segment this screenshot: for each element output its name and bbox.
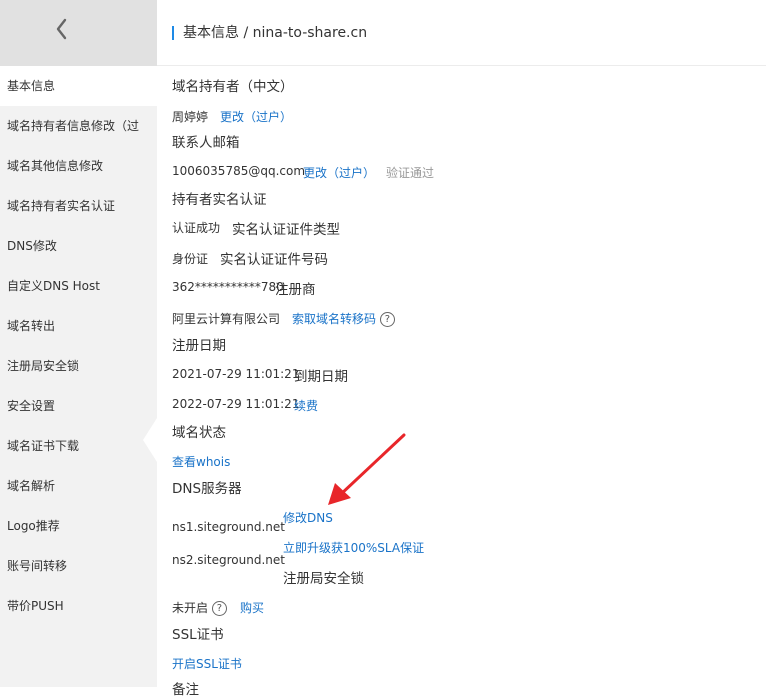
help-icon[interactable]: ? [379, 312, 395, 327]
renew-link[interactable]: 续费 [294, 397, 318, 414]
realname-status: 认证成功 [172, 221, 221, 235]
lock-status: 未开启 ? [172, 599, 227, 616]
reg-date-value: 2021-07-29 11:01:21 [172, 367, 300, 381]
id-type-value: 身份证 [172, 252, 209, 266]
dns-label: DNS服务器 [172, 481, 242, 497]
header-accent-bar [172, 26, 174, 40]
email-status: 验证通过 [386, 166, 435, 180]
chevron-left-icon [56, 18, 67, 40]
transfer-code-link-label: 索取域名转移码 [292, 312, 377, 326]
sidebar-item-registry-lock[interactable]: 注册局安全锁 [0, 346, 157, 386]
sidebar-item-owner-modify[interactable]: 域名持有者信息修改（过 [0, 106, 157, 146]
sla-upgrade-link[interactable]: 立即升级获100%SLA保证 [283, 539, 424, 556]
buy-link[interactable]: 购买 [240, 599, 264, 616]
sidebar-item-basic-info[interactable]: 基本信息 [0, 66, 157, 106]
sidebar-item-transfer-out[interactable]: 域名转出 [0, 306, 157, 346]
registrar-label: 注册商 [275, 282, 316, 298]
whois-link[interactable]: 查看whois [172, 453, 230, 470]
ssl-enable-link[interactable]: 开启SSL证书 [172, 655, 242, 672]
owner-cn-label: 域名持有者（中文） [172, 79, 294, 95]
owner-edit-link[interactable]: 更改（过户） [220, 108, 292, 125]
transfer-code-link[interactable]: 索取域名转移码 ? [292, 310, 395, 327]
lock-status-text: 未开启 [172, 601, 209, 615]
ssl-label: SSL证书 [172, 627, 224, 643]
status-label: 域名状态 [172, 425, 226, 441]
email-label: 联系人邮箱 [172, 135, 240, 151]
ns1-value: ns1.siteground.net [172, 520, 285, 534]
sidebar-item-custom-dns-host[interactable]: 自定义DNS Host [0, 266, 157, 306]
help-icon[interactable]: ? [211, 601, 227, 616]
page-title: 基本信息 / nina-to-share.cn [183, 25, 368, 41]
sidebar: 基本信息 域名持有者信息修改（过 域名其他信息修改 域名持有者实名认证 DNS修… [0, 0, 157, 687]
annotation-arrow-head [328, 483, 351, 505]
id-no-label: 实名认证证件号码 [220, 252, 328, 268]
sidebar-item-security[interactable]: 安全设置 [0, 386, 157, 426]
sidebar-item-account-transfer[interactable]: 账号间转移 [0, 546, 157, 586]
modify-dns-link[interactable]: 修改DNS [283, 509, 333, 526]
sidebar-notch [143, 418, 157, 462]
reg-date-label: 注册日期 [172, 338, 226, 354]
remark-label: 备注 [172, 682, 199, 698]
ns2-value: ns2.siteground.net [172, 553, 285, 567]
exp-date-label: 到期日期 [294, 369, 348, 385]
sidebar-item-cert-download[interactable]: 域名证书下载 [0, 426, 157, 466]
header-divider [157, 65, 766, 66]
realname-label: 持有者实名认证 [172, 192, 267, 208]
sidebar-item-logo[interactable]: Logo推荐 [0, 506, 157, 546]
email-value: 1006035785@qq.com [172, 164, 306, 178]
sidebar-item-other-info[interactable]: 域名其他信息修改 [0, 146, 157, 186]
sidebar-item-push[interactable]: 带价PUSH [0, 586, 157, 626]
id-no-value: 362***********780 [172, 280, 284, 294]
sidebar-item-resolve[interactable]: 域名解析 [0, 466, 157, 506]
annotation-arrow-shaft [338, 433, 406, 497]
back-button[interactable] [0, 0, 157, 66]
exp-date-value: 2022-07-29 11:01:21 [172, 397, 300, 411]
sidebar-item-dns[interactable]: DNS修改 [0, 226, 157, 266]
lock-label: 注册局安全锁 [283, 571, 364, 587]
owner-name: 周婷婷 [172, 110, 209, 124]
email-edit-link[interactable]: 更改（过户） [303, 164, 375, 181]
registrar-value: 阿里云计算有限公司 [172, 312, 281, 326]
sidebar-item-realname[interactable]: 域名持有者实名认证 [0, 186, 157, 226]
id-type-label: 实名认证证件类型 [232, 222, 340, 238]
